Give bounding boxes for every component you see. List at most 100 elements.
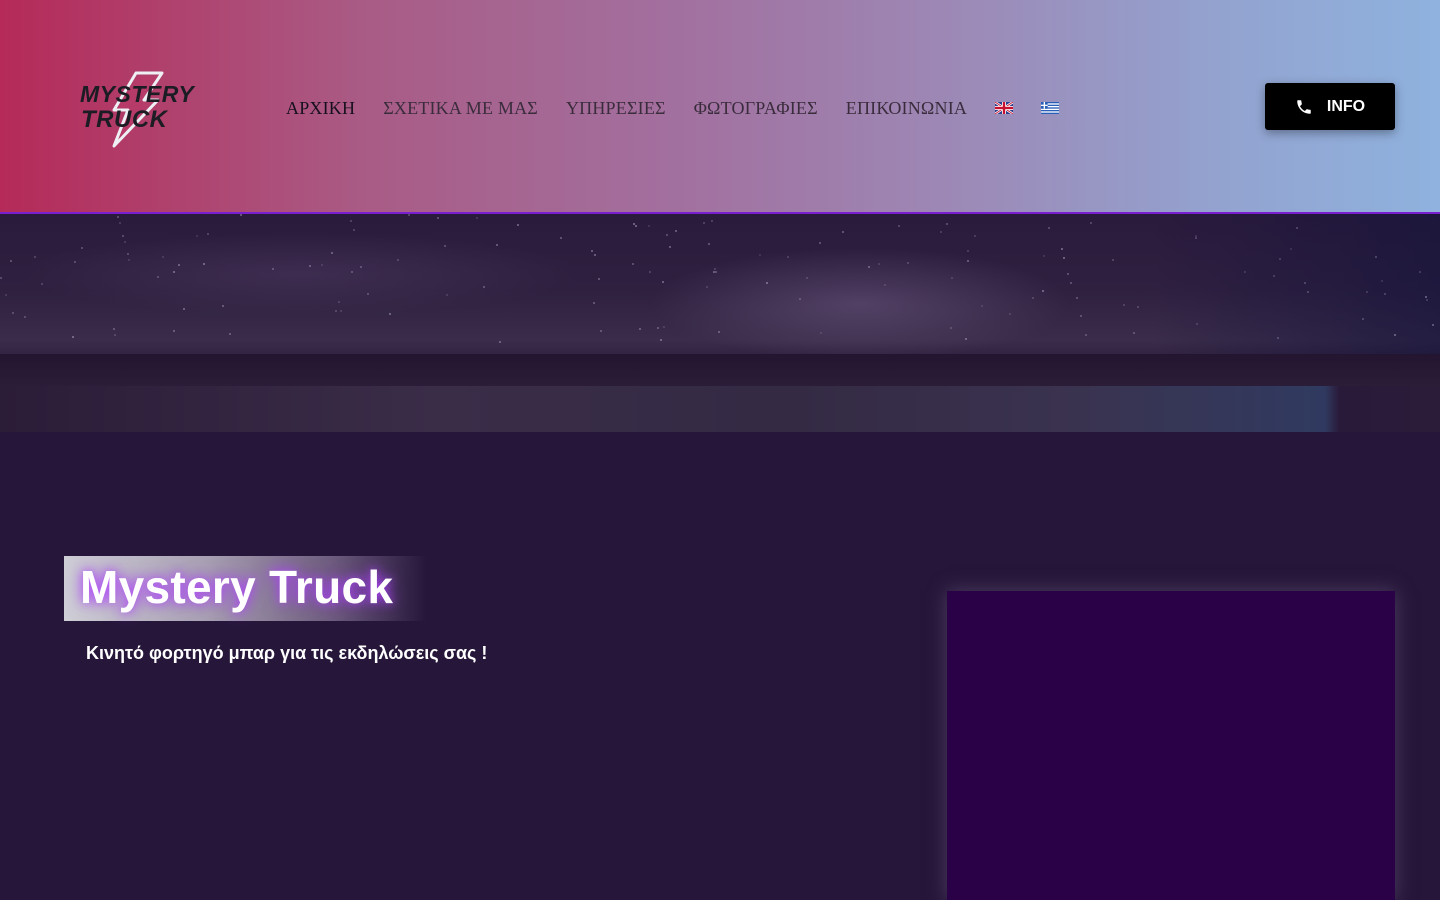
star-dot — [24, 316, 26, 318]
star-dot — [1080, 315, 1082, 317]
star-dot — [397, 259, 399, 261]
star-dot — [229, 333, 231, 335]
star-dot — [340, 310, 342, 312]
star-dot — [907, 262, 909, 264]
nav-item-services[interactable]: ΥΠΗΡΕΣΙΕΣ — [566, 98, 666, 119]
star-dot — [157, 276, 159, 278]
star-dot — [593, 302, 595, 304]
star-dot — [207, 233, 209, 235]
star-dot — [1375, 256, 1377, 258]
phone-icon — [1297, 99, 1311, 114]
star-dot — [119, 222, 121, 224]
star-dot — [1362, 318, 1364, 320]
star-dot — [437, 217, 439, 219]
star-dot — [178, 264, 180, 266]
star-dot — [183, 308, 185, 310]
star-dot — [967, 260, 969, 262]
star-dot — [10, 260, 12, 262]
star-dot — [1137, 306, 1139, 308]
star-dot — [820, 332, 822, 334]
nav-item-home[interactable]: ΑΡΧΙΚΗ — [286, 98, 355, 119]
star-dot — [353, 229, 355, 231]
star-dot — [196, 235, 198, 237]
star-dot — [649, 271, 651, 273]
star-dot — [806, 277, 808, 279]
star-dot — [951, 277, 953, 279]
star-dot — [666, 234, 668, 236]
star-dot — [632, 263, 634, 265]
star-dot — [714, 268, 716, 270]
logo-text-mystery: MYSTERY — [80, 81, 195, 107]
star-dot — [338, 301, 340, 303]
star-dot — [1304, 282, 1306, 284]
star-dot — [1196, 323, 1198, 325]
star-dot — [335, 310, 337, 312]
star-dot — [703, 222, 705, 224]
star-dot — [898, 225, 900, 227]
star-dot — [81, 247, 83, 249]
star-dot — [633, 223, 635, 225]
star-dot — [1426, 299, 1428, 301]
star-dot — [718, 331, 720, 333]
star-dot — [1063, 257, 1065, 259]
star-dot — [799, 298, 801, 300]
info-button-label: INFO — [1326, 97, 1366, 115]
star-dot — [240, 214, 242, 216]
star-dot — [0, 277, 2, 279]
star-dot — [1394, 334, 1396, 336]
star-dot — [389, 313, 391, 315]
star-dot — [1043, 255, 1045, 257]
star-dot — [122, 235, 124, 237]
logo-text-truck: TRUCK — [81, 106, 168, 133]
star-dot — [974, 235, 976, 237]
video-embed[interactable] — [947, 591, 1395, 900]
info-button[interactable]: INFO — [1265, 83, 1395, 130]
star-dot — [331, 252, 333, 254]
star-dot — [600, 330, 602, 332]
star-dot — [594, 254, 596, 256]
hero-subtitle: Κινητό φορτηγό μπαρ για τις εκδηλώσεις σ… — [86, 643, 488, 663]
star-dot — [657, 327, 659, 329]
star-dot — [662, 281, 664, 283]
nav-item-contact[interactable]: ΕΠΙΚΟΙΝΩΝΙΑ — [846, 98, 967, 119]
star-dot — [1273, 275, 1275, 277]
star-dot — [499, 341, 501, 343]
star-dot — [1085, 334, 1087, 336]
star-dot — [1425, 296, 1427, 298]
star-dot — [1279, 258, 1281, 260]
banner-truck-body — [0, 386, 1440, 432]
nav-item-photos[interactable]: ΦΩΤΟΓΡΑΦΙΕΣ — [694, 98, 818, 119]
star-dot — [41, 283, 43, 285]
star-dot — [1133, 332, 1135, 334]
uk-flag-icon[interactable] — [995, 102, 1014, 114]
site-logo[interactable]: MYSTERY TRUCK — [78, 70, 194, 148]
star-dot — [711, 220, 713, 222]
nav-item-about[interactable]: ΣΧΕΤΙΚΑ ΜΕ ΜΑΣ — [383, 98, 538, 119]
star-dot — [1419, 271, 1421, 273]
star-dot — [1009, 313, 1011, 315]
star-dot — [663, 326, 665, 328]
star-dot — [203, 263, 205, 265]
star-dot — [766, 282, 768, 284]
star-dot — [648, 225, 650, 227]
star-dot — [675, 230, 677, 232]
hero-title: Mystery Truck — [80, 561, 394, 613]
banner-truck-roof — [0, 354, 1440, 386]
star-dot — [946, 223, 948, 225]
star-dot — [884, 284, 886, 286]
star-dot — [1067, 273, 1069, 275]
star-dot — [114, 334, 116, 336]
star-dot — [1381, 280, 1383, 282]
greek-flag-icon[interactable] — [1041, 102, 1060, 114]
star-dot — [517, 224, 519, 226]
star-dot — [560, 237, 562, 239]
star-dot — [1032, 297, 1034, 299]
star-dot — [669, 246, 671, 248]
banner-night-sky — [0, 214, 1440, 354]
star-dot — [1112, 259, 1114, 261]
star-dot — [173, 271, 175, 273]
star-dot — [74, 261, 76, 263]
star-dot — [660, 339, 662, 341]
star-dot — [759, 254, 761, 256]
main-navigation: ΑΡΧΙΚΗ ΣΧΕΤΙΚΑ ΜΕ ΜΑΣ ΥΠΗΡΕΣΙΕΣ ΦΩΤΟΓΡΑΦ… — [286, 96, 1087, 120]
